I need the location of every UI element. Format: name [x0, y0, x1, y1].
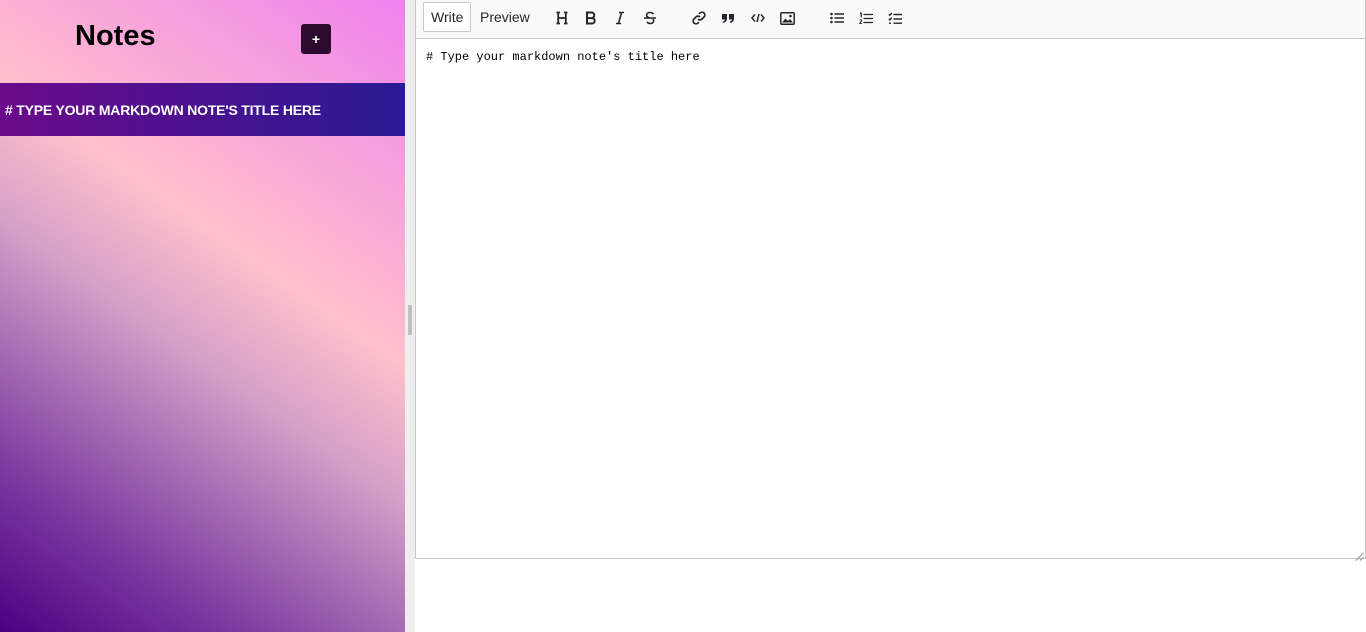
- sidebar-header: Notes +: [0, 0, 405, 83]
- resize-handle-icon[interactable]: [1355, 548, 1364, 561]
- header-icon[interactable]: [550, 6, 574, 30]
- markdown-textarea[interactable]: # Type your markdown note's title here: [416, 39, 1365, 558]
- tab-preview[interactable]: Preview: [473, 2, 537, 32]
- gutter-grip-icon: [408, 305, 412, 335]
- strikethrough-icon[interactable]: [638, 6, 662, 30]
- bold-icon[interactable]: [579, 6, 603, 30]
- split-gutter[interactable]: [405, 0, 415, 632]
- sidebar-title: Notes: [75, 20, 156, 52]
- markdown-editor: Write Preview # Type your markdown note'…: [415, 0, 1366, 561]
- new-note-button[interactable]: +: [301, 24, 331, 54]
- code-icon[interactable]: [746, 6, 770, 30]
- ordered-list-icon[interactable]: [854, 6, 878, 30]
- quote-icon[interactable]: [716, 6, 740, 30]
- tab-write[interactable]: Write: [423, 2, 472, 32]
- italic-icon[interactable]: [608, 6, 632, 30]
- editor-toolbar: Write Preview: [416, 0, 1365, 39]
- link-icon[interactable]: [687, 6, 711, 30]
- note-item[interactable]: # TYPE YOUR MARKDOWN NOTE'S TITLE HERE: [0, 83, 405, 136]
- checked-list-icon[interactable]: [883, 6, 907, 30]
- note-item-title: # TYPE YOUR MARKDOWN NOTE'S TITLE HERE: [5, 101, 321, 118]
- image-icon[interactable]: [775, 6, 799, 30]
- sidebar: Notes + # TYPE YOUR MARKDOWN NOTE'S TITL…: [0, 0, 405, 632]
- unordered-list-icon[interactable]: [825, 6, 849, 30]
